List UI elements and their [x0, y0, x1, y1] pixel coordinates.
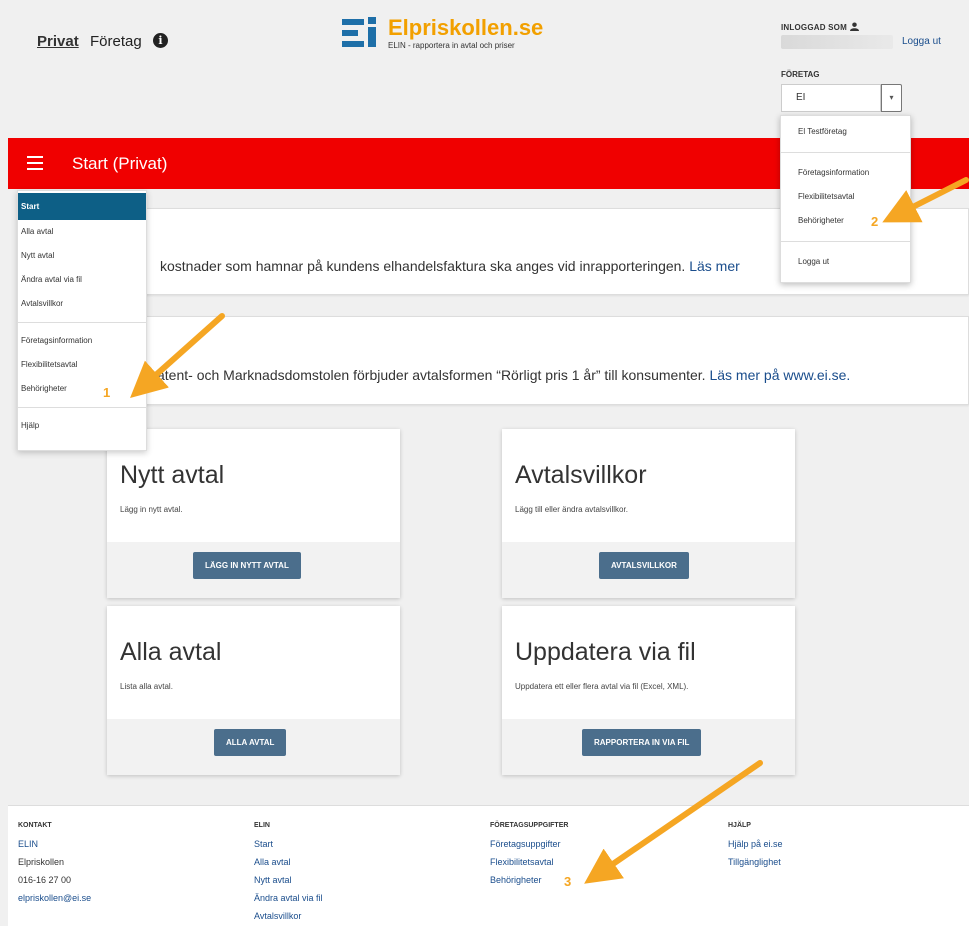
card-description: Lägg in nytt avtal.: [120, 505, 183, 514]
menu-icon[interactable]: [27, 156, 43, 170]
main-menu-dropdown: Start Alla avtal Nytt avtal Ändra avtal …: [17, 190, 147, 451]
menu-item-foretagsinformation[interactable]: Företagsinformation: [18, 329, 146, 353]
card-title: Uppdatera via fil: [515, 638, 696, 666]
footer-col-elin: ELIN Start Alla avtal Nytt avtal Ändra a…: [254, 822, 323, 925]
card-description: Lägg till eller ändra avtalsvillkor.: [515, 505, 628, 514]
ei-logo-icon: [342, 17, 380, 51]
footer-link-hjalp[interactable]: Hjälp på ei.se: [728, 835, 783, 853]
read-more-link[interactable]: Läs mer på www.ei.se.: [709, 367, 850, 383]
footer-link-elin[interactable]: ELIN: [18, 835, 91, 853]
footer-link-andra-avtal-via-fil[interactable]: Ändra avtal via fil: [254, 889, 323, 907]
company-select[interactable]: EI TESTFÖRETAG: [781, 84, 881, 129]
footer: KONTAKT ELIN Elpriskollen 016-16 27 00 e…: [8, 805, 969, 926]
footer-link-avtalsvillkor[interactable]: Avtalsvillkor: [254, 907, 323, 925]
logout-link[interactable]: Logga ut: [902, 36, 941, 47]
footer-link-start[interactable]: Start: [254, 835, 323, 853]
menu-item-nytt-avtal[interactable]: Nytt avtal: [18, 244, 146, 268]
footer-email-link[interactable]: elpriskollen@ei.se: [18, 889, 91, 907]
menu-divider: [18, 322, 146, 323]
footer-heading: ELIN: [254, 822, 270, 829]
company-dropdown: El Testföretag Företagsinformation Flexi…: [780, 115, 911, 283]
notice-text: kostnader som hamnar på kundens elhandel…: [160, 258, 686, 274]
company-menu-foretagsinformation[interactable]: Företagsinformation: [781, 161, 910, 185]
card-uppdatera-via-fil: Uppdatera via fil Uppdatera ett eller fl…: [502, 606, 795, 775]
footer-heading: HJÄLP: [728, 822, 751, 829]
footer-link-foretagsuppgifter[interactable]: Företagsuppgifter: [490, 835, 568, 853]
username-redacted: [781, 35, 893, 49]
all-contracts-button[interactable]: ALLA AVTAL: [214, 729, 287, 756]
footer-link-flexibilitetsavtal[interactable]: Flexibilitetsavtal: [490, 853, 568, 871]
footer-col-kontakt: KONTAKT ELIN Elpriskollen 016-16 27 00 e…: [18, 822, 91, 907]
footer-heading: KONTAKT: [18, 822, 52, 829]
footer-phone: 016-16 27 00: [18, 875, 72, 885]
menu-item-alla-avtal[interactable]: Alla avtal: [18, 220, 146, 244]
footer-link-alla-avtal[interactable]: Alla avtal: [254, 853, 323, 871]
company-menu-flexibilitetsavtal[interactable]: Flexibilitetsavtal: [781, 185, 910, 209]
add-contract-button[interactable]: LÄGG IN NYTT AVTAL: [193, 552, 301, 579]
nav-privat-link[interactable]: Privat: [37, 33, 79, 50]
menu-item-behorigheter[interactable]: Behörigheter: [18, 377, 146, 401]
menu-divider: [18, 407, 146, 408]
annotation-number-2: 2: [871, 214, 879, 229]
notice-box: atent- och Marknadsdomstolen förbjuder a…: [110, 316, 969, 405]
annotation-number-1: 1: [103, 385, 111, 400]
card-title: Avtalsvillkor: [515, 461, 647, 489]
footer-text-elpriskollen: Elpriskollen: [18, 857, 65, 867]
menu-divider: [781, 241, 910, 242]
footer-link-nytt-avtal[interactable]: Nytt avtal: [254, 871, 323, 889]
company-menu-logout[interactable]: Logga ut: [781, 250, 910, 274]
company-label: FÖRETAG: [781, 70, 820, 79]
menu-item-flexibilitetsavtal[interactable]: Flexibilitetsavtal: [18, 353, 146, 377]
report-via-file-button[interactable]: RAPPORTERA IN VIA FIL: [582, 729, 702, 756]
logo-subtitle: ELIN - rapportera in avtal och priser: [388, 41, 515, 50]
card-title: Nytt avtal: [120, 461, 225, 489]
card-nytt-avtal: Nytt avtal Lägg in nytt avtal. LÄGG IN N…: [107, 429, 400, 598]
company-option[interactable]: El Testföretag: [781, 120, 910, 144]
footer-col-foretag: FÖRETAGSUPPGIFTER Företagsuppgifter Flex…: [490, 822, 568, 889]
card-description: Lista alla avtal.: [120, 682, 173, 691]
logged-in-text: INLOGGAD SOM: [781, 23, 847, 32]
logged-in-label: INLOGGAD SOM: [781, 22, 860, 32]
logo-title: Elpriskollen.se: [388, 15, 544, 40]
company-menu-behorigheter[interactable]: Behörigheter: [781, 209, 910, 233]
terms-button[interactable]: AVTALSVILLKOR: [599, 552, 689, 579]
logo[interactable]: Elpriskollen.se ELIN - rapportera in avt…: [342, 17, 543, 51]
menu-item-hjalp[interactable]: Hjälp: [18, 414, 146, 438]
card-avtalsvillkor: Avtalsvillkor Lägg till eller ändra avta…: [502, 429, 795, 598]
annotation-number-3: 3: [564, 874, 572, 889]
footer-col-hjalp: HJÄLP Hjälp på ei.se Tillgänglighet: [728, 822, 783, 871]
card-description: Uppdatera ett eller flera avtal via fil …: [515, 682, 689, 691]
card-alla-avtal: Alla avtal Lista alla avtal. ALLA AVTAL: [107, 606, 400, 775]
caret-down-icon[interactable]: ▾: [881, 84, 902, 112]
menu-divider: [781, 152, 910, 153]
footer-link-behorigheter[interactable]: Behörigheter: [490, 871, 568, 889]
footer-heading: FÖRETAGSUPPGIFTER: [490, 822, 569, 829]
info-icon[interactable]: i: [153, 33, 168, 48]
card-title: Alla avtal: [120, 638, 222, 666]
menu-item-avtalsvillkor[interactable]: Avtalsvillkor: [18, 292, 146, 316]
footer-link-tillganglighet[interactable]: Tillgänglighet: [728, 853, 783, 871]
page-title: Start (Privat): [72, 154, 168, 173]
notice-text: atent- och Marknadsdomstolen förbjuder a…: [157, 367, 706, 383]
read-more-link[interactable]: Läs mer: [689, 258, 740, 274]
menu-item-start[interactable]: Start: [18, 193, 146, 220]
nav-foretag-link[interactable]: Företag: [90, 33, 142, 50]
user-icon: [850, 22, 860, 31]
menu-item-andra-avtal-via-fil[interactable]: Ändra avtal via fil: [18, 268, 146, 292]
